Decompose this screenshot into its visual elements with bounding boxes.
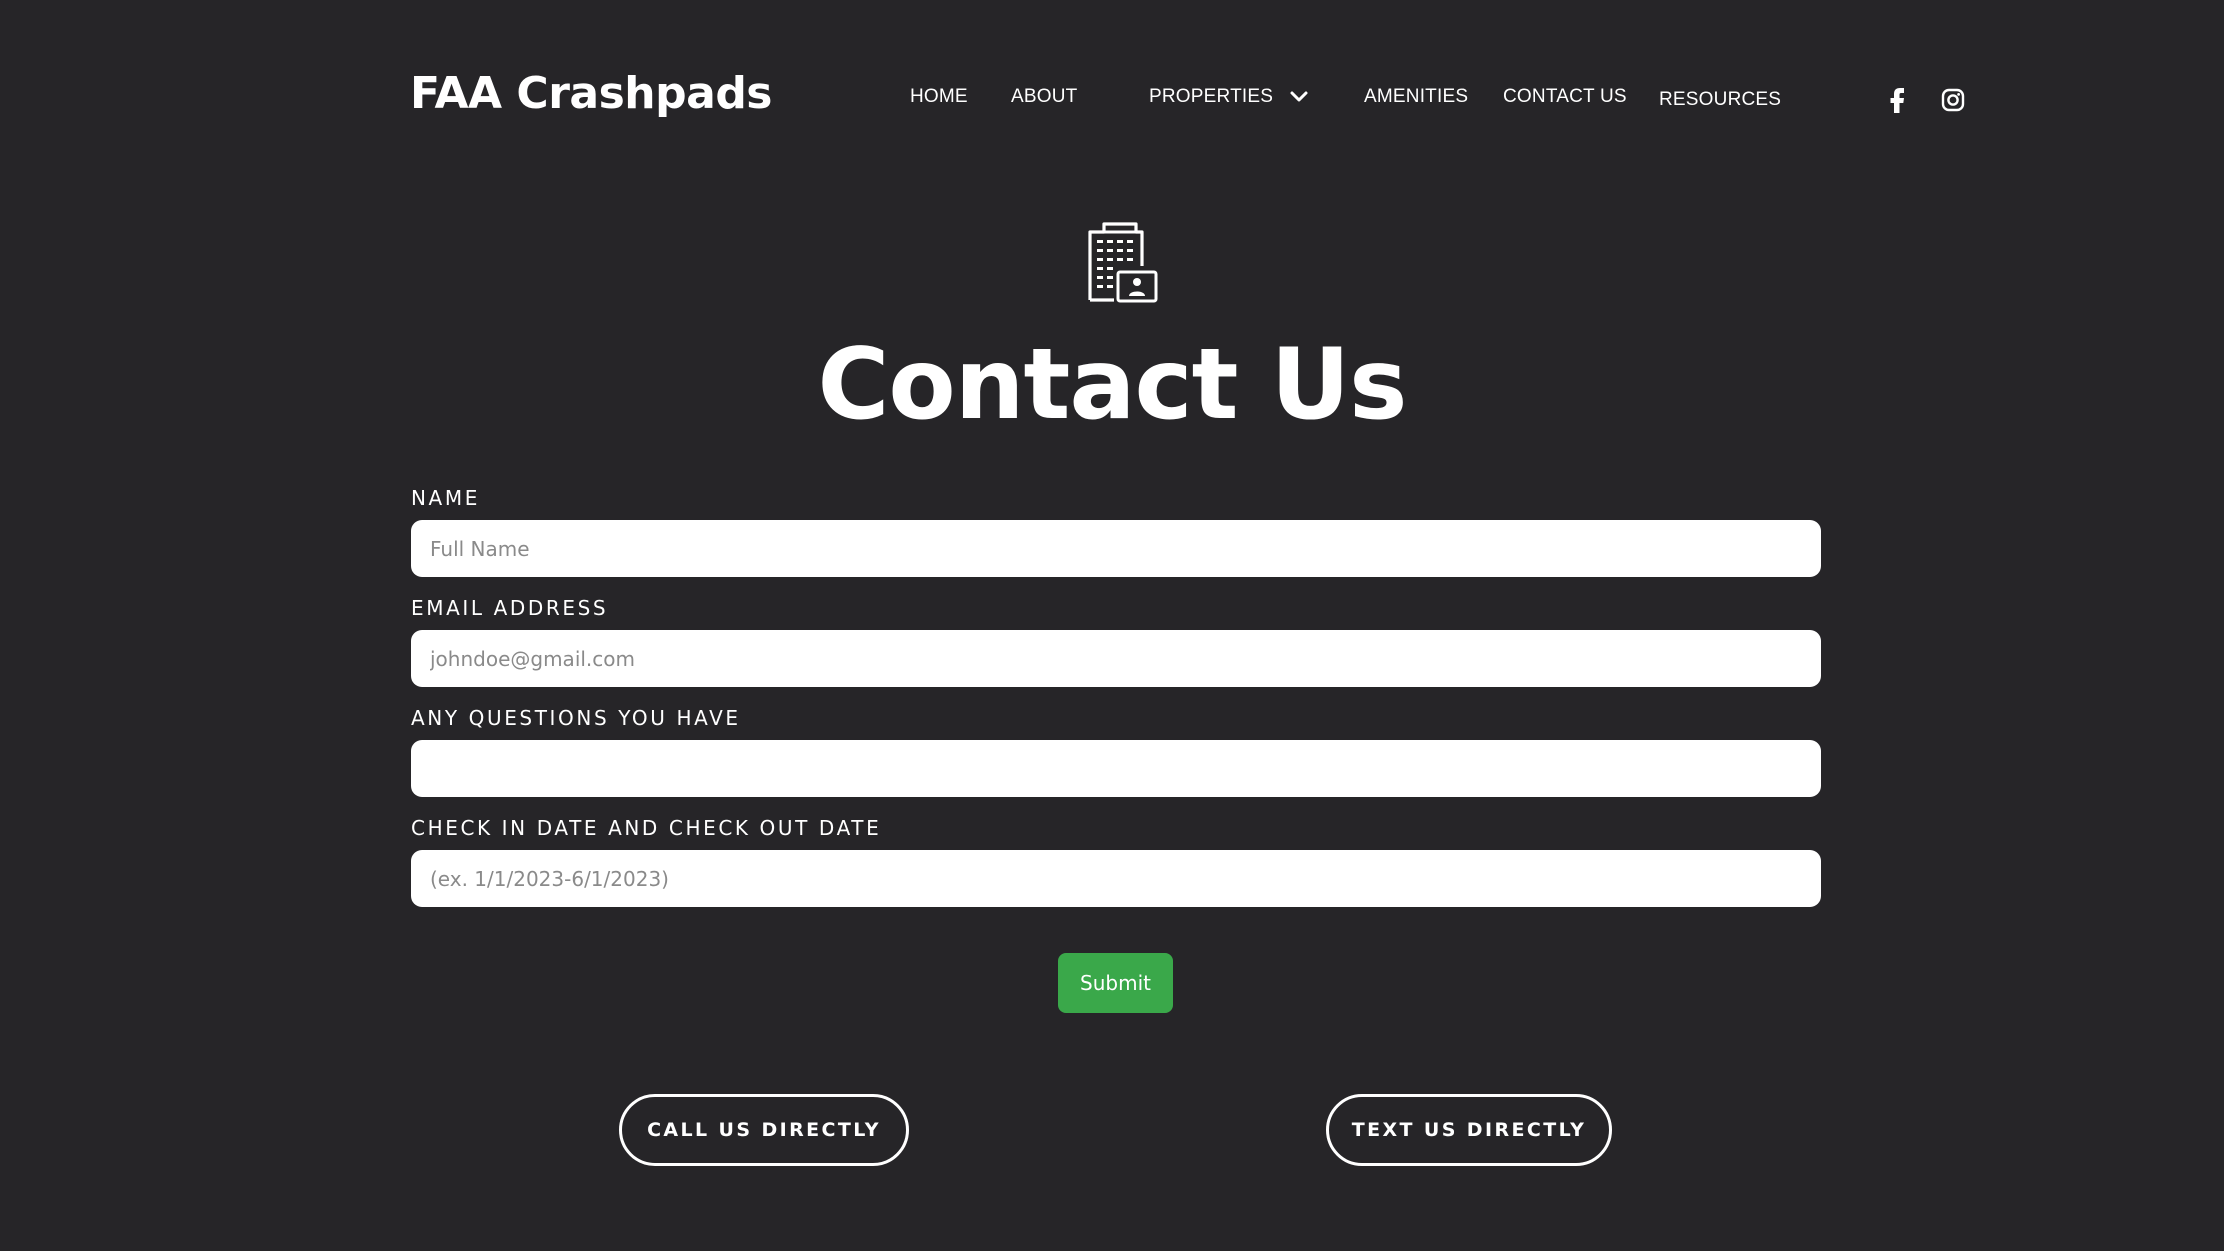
name-input[interactable] [411, 520, 1821, 577]
call-us-button[interactable]: CALL US DIRECTLY [619, 1094, 909, 1166]
text-us-button[interactable]: TEXT US DIRECTLY [1326, 1094, 1612, 1166]
email-label: EMAIL ADDRESS [411, 596, 609, 620]
nav-properties[interactable]: PROPERTIES [1149, 86, 1273, 108]
dates-input[interactable] [411, 850, 1821, 907]
name-label: NAME [411, 486, 480, 510]
building-contact-icon [1088, 222, 1158, 303]
contact-page: FAA Crashpads HOME ABOUT PROPERTIES AMEN… [0, 0, 2224, 1251]
questions-input[interactable] [411, 740, 1821, 797]
email-input[interactable] [411, 630, 1821, 687]
questions-label: ANY QUESTIONS YOU HAVE [411, 706, 741, 730]
page-title: Contact Us [817, 328, 1408, 442]
nav-about[interactable]: ABOUT [1011, 86, 1077, 108]
nav-resources[interactable]: RESOURCES [1659, 89, 1781, 111]
main-nav: HOME ABOUT PROPERTIES AMENITIES CONTACT … [0, 0, 2224, 140]
nav-home[interactable]: HOME [910, 86, 968, 108]
chevron-down-icon[interactable] [1288, 86, 1310, 108]
instagram-icon[interactable] [1940, 86, 1966, 114]
dates-label: CHECK IN DATE AND CHECK OUT DATE [411, 816, 882, 840]
nav-amenities[interactable]: AMENITIES [1364, 86, 1468, 108]
submit-button[interactable]: Submit [1058, 953, 1173, 1013]
nav-contact-us[interactable]: CONTACT US [1503, 86, 1627, 108]
facebook-icon[interactable] [1884, 86, 1910, 114]
